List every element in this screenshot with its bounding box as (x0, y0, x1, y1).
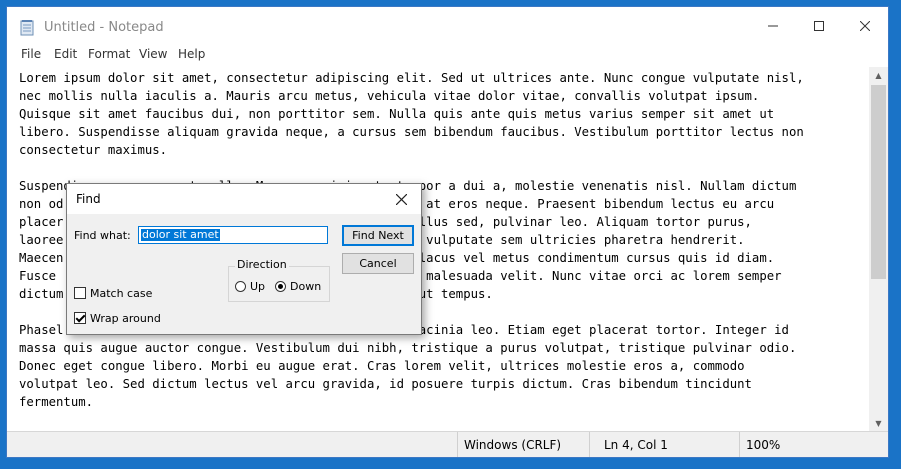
match-case-label[interactable]: Match case (90, 287, 152, 300)
status-encoding: Windows (CRLF) (457, 432, 590, 457)
cancel-button[interactable]: Cancel (342, 253, 414, 274)
menu-help[interactable]: Help (178, 47, 205, 61)
wrap-around-label[interactable]: Wrap around (90, 312, 161, 325)
status-position: Ln 4, Col 1 (589, 432, 740, 457)
direction-label: Direction (235, 258, 289, 271)
direction-up-label[interactable]: Up (250, 280, 265, 293)
status-position-text: Ln 4, Col 1 (604, 438, 668, 452)
minimize-button[interactable] (750, 7, 796, 45)
menu-edit[interactable]: Edit (54, 47, 77, 61)
scroll-up-arrow-icon[interactable]: ▲ (869, 67, 888, 83)
menu-view[interactable]: View (139, 47, 167, 61)
title-bar[interactable]: Untitled - Notepad (7, 7, 888, 45)
status-encoding-text: Windows (CRLF) (464, 438, 562, 452)
find-next-button[interactable]: Find Next (342, 225, 414, 246)
scroll-thumb[interactable] (871, 85, 886, 279)
close-icon (395, 193, 407, 205)
close-button[interactable] (842, 7, 888, 45)
find-what-label: Find what: (74, 229, 131, 242)
menu-format[interactable]: Format (88, 47, 130, 61)
window-title: Untitled - Notepad (44, 20, 164, 35)
find-what-input[interactable]: dolor sit amet (138, 226, 328, 244)
match-case-checkbox[interactable] (74, 287, 86, 299)
wrap-around-checkbox[interactable] (74, 312, 86, 324)
status-bar: Windows (CRLF) Ln 4, Col 1 100% (7, 431, 888, 457)
status-zoom: 100% (739, 432, 888, 457)
vertical-scrollbar[interactable]: ▲ ▼ (869, 67, 888, 431)
status-zoom-text: 100% (746, 438, 781, 452)
direction-down-label[interactable]: Down (290, 280, 321, 293)
direction-up-radio[interactable] (235, 281, 246, 292)
maximize-icon (814, 21, 824, 31)
find-what-value: dolor sit amet (141, 228, 220, 241)
close-icon (860, 21, 870, 31)
find-dialog: Find Find what: dolor sit amet Find Next… (66, 183, 422, 335)
find-dialog-title-bar[interactable]: Find (67, 184, 421, 214)
menu-file[interactable]: File (21, 47, 41, 61)
notepad-icon (20, 20, 34, 36)
scroll-down-arrow-icon[interactable]: ▼ (869, 415, 888, 431)
find-dialog-close-button[interactable] (389, 188, 413, 210)
find-dialog-title: Find (76, 192, 101, 206)
direction-down-radio[interactable] (275, 281, 286, 292)
menu-bar: File Edit Format View Help (7, 45, 888, 67)
minimize-icon (768, 25, 778, 27)
maximize-button[interactable] (796, 7, 842, 45)
